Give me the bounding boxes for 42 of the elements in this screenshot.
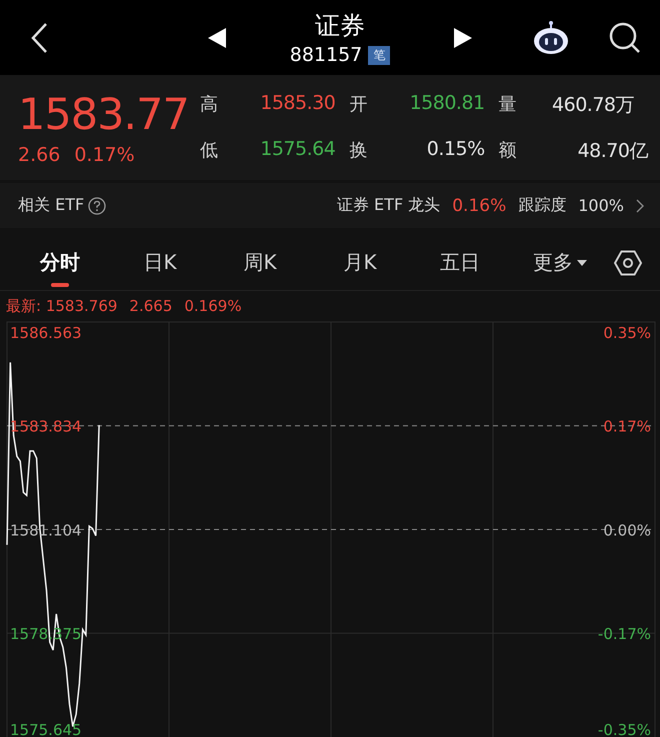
stat-label: 开	[349, 92, 368, 116]
tracking-label: 跟踪度	[518, 195, 566, 216]
chart-tab[interactable]: 更多	[510, 235, 610, 290]
axis-label: 0.35%	[603, 324, 651, 342]
latest-change: 2.665	[129, 297, 172, 315]
stat-value: 1580.81	[408, 92, 486, 116]
axis-label: 1586.563	[10, 324, 82, 342]
stat-value: 48.70亿	[576, 138, 648, 164]
latest-percent: 0.169%	[184, 297, 242, 315]
stat-value: 1575.64	[259, 138, 336, 162]
axis-label: 0.17%	[603, 418, 651, 436]
tag: 笔	[368, 46, 390, 64]
current-price: 1583.77	[18, 90, 190, 140]
stat-value: 0.15%	[426, 138, 486, 162]
stat-value: 1585.30	[259, 92, 336, 116]
stat-label: 额	[498, 138, 518, 162]
tracking-value: 100%	[578, 196, 624, 215]
page-title: 证券	[315, 10, 365, 42]
stat-value: 460.78万	[551, 92, 635, 118]
price-change: 2.66	[18, 144, 60, 166]
etf-label: 相关 ETF	[18, 195, 84, 216]
chevron-right-icon[interactable]	[636, 198, 644, 212]
etf-name: 证券 ETF 龙头	[336, 195, 440, 216]
axis-label: 0.00%	[603, 522, 651, 540]
stock-code: 881157	[290, 44, 362, 66]
stat-label: 换	[349, 138, 368, 162]
chart-tab[interactable]: 分时	[10, 235, 110, 290]
chart-tab[interactable]: 周K	[210, 235, 310, 290]
chart-tab[interactable]: 五日	[410, 235, 510, 290]
latest-label: 最新: 1583.769	[6, 296, 118, 316]
help-icon[interactable]	[88, 196, 106, 214]
axis-label: 1575.645	[10, 721, 82, 737]
change-percent: 0.17%	[74, 144, 135, 166]
stat-label: 低	[200, 138, 219, 162]
caret-icon	[577, 260, 587, 266]
axis-label: -0.35%	[598, 721, 651, 737]
stat-label: 高	[200, 92, 219, 116]
axis-label: -0.17%	[598, 625, 651, 644]
stat-label: 量	[498, 92, 518, 116]
chart-tab[interactable]: 日K	[110, 235, 210, 290]
chart-tab[interactable]: 月K	[310, 235, 410, 290]
etf-change: 0.16%	[452, 196, 506, 216]
